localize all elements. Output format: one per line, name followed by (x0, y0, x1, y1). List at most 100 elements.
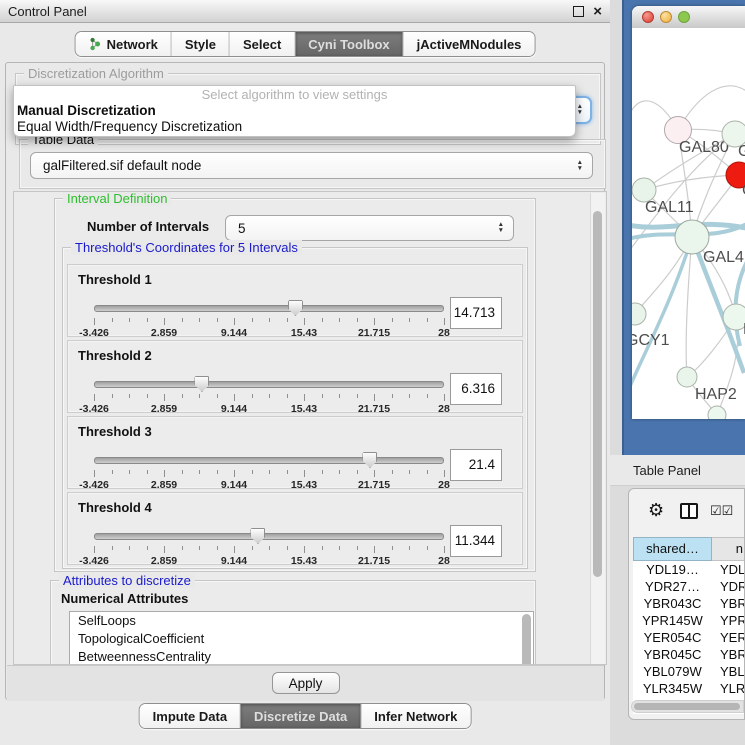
tab-infer-network[interactable]: Infer Network (361, 704, 470, 728)
numerical-attributes-label: Numerical Attributes (61, 591, 188, 606)
tick-label: 2.859 (151, 479, 177, 491)
tab-impute-data[interactable]: Impute Data (140, 704, 241, 728)
slider-track[interactable] (94, 533, 444, 540)
slider-tick-labels: -3.4262.8599.14415.4321.71528 (94, 479, 444, 491)
scrollbar-thumb[interactable] (593, 211, 602, 577)
table-row[interactable]: YER054CYER0 (633, 629, 745, 646)
float-window-icon[interactable] (573, 6, 584, 17)
network-node[interactable] (708, 406, 726, 419)
slider-thumb[interactable] (250, 528, 265, 544)
split-columns-icon[interactable] (680, 503, 698, 519)
dropdown-option-manual[interactable]: Manual Discretization (14, 103, 575, 119)
group-title: Discretization Algorithm (24, 66, 168, 81)
table-rows: YDL19…YDL1YDR27…YDR2YBR043CYBR0YPR145WYP… (633, 561, 745, 714)
threshold-block: Threshold 1 -3.4262.8599.14415.4321.71528… (67, 264, 523, 337)
network-node[interactable] (677, 367, 697, 387)
scrollbar-thumb[interactable] (634, 703, 740, 710)
network-window-titlebar[interactable] (632, 6, 745, 29)
table-row[interactable]: YLR345WYLR3 (633, 680, 745, 697)
threshold-slider[interactable]: -3.4262.8599.14415.4321.71528 (94, 451, 444, 487)
table-data-combobox[interactable]: galFiltered.sif default node ▲▼ (30, 152, 593, 179)
close-icon[interactable]: × (593, 4, 602, 19)
threshold-block: Threshold 4 -3.4262.8599.14415.4321.71528… (67, 492, 523, 565)
slider-thumb[interactable] (194, 376, 209, 392)
tab-style[interactable]: Style (172, 32, 230, 56)
column-header-name[interactable]: n (712, 537, 745, 561)
dropdown-option-equal-width[interactable]: Equal Width/Frequency Discretization (14, 119, 575, 135)
algorithm-dropdown-popup: Select algorithm to view settings Manual… (13, 85, 576, 137)
slider-tick-labels: -3.4262.8599.14415.4321.71528 (94, 327, 444, 339)
top-tab-bar: Network Style Select Cyni Toolbox jActiv… (75, 31, 536, 57)
threshold-block: Threshold 3-3.4262.8599.14415.4321.71528… (67, 416, 523, 489)
tab-discretize-data[interactable]: Discretize Data (241, 704, 361, 728)
threshold-label: Threshold 1 (78, 272, 152, 287)
horizontal-scrollbar[interactable] (631, 700, 744, 713)
table-row[interactable]: YDL19…YDL1 (633, 561, 745, 578)
network-node[interactable] (723, 304, 745, 330)
close-traffic-light-icon[interactable] (642, 11, 654, 23)
tick-label: 2.859 (151, 555, 177, 567)
apply-strip: Apply (7, 665, 604, 701)
group-title: Threshold's Coordinates for 5 Intervals (71, 240, 302, 255)
threshold-slider[interactable]: -3.4262.8599.14415.4321.71528 (94, 375, 444, 411)
tick-label: 21.715 (358, 479, 390, 491)
table-header-row: shared… n (633, 537, 745, 561)
network-node[interactable] (632, 303, 646, 325)
number-of-intervals-spinner[interactable]: 5 ▲▼ (225, 215, 514, 241)
checkbox-icons[interactable]: ☑☑ (710, 503, 733, 519)
tab-jactivemnodules[interactable]: jActiveMNodules (404, 32, 535, 56)
minimize-traffic-light-icon[interactable] (660, 11, 672, 23)
slider-tick-labels: -3.4262.8599.14415.4321.71528 (94, 555, 444, 567)
attribute-item[interactable]: SelfLoops (70, 612, 533, 630)
table-row[interactable]: YDR27…YDR2 (633, 578, 745, 595)
network-node-label: GAL11 (645, 199, 694, 216)
slider-track[interactable] (94, 457, 444, 464)
list-scrollbar-thumb[interactable] (522, 614, 531, 665)
slider-ticks (94, 470, 444, 478)
network-node-label: GCY1 (632, 332, 670, 349)
threshold-value-field[interactable]: 14.713 (450, 297, 502, 329)
threshold-value-field[interactable]: 6.316 (450, 373, 502, 405)
attribute-item[interactable]: BetweennessCentrality (70, 648, 533, 665)
slider-thumb[interactable] (362, 452, 377, 468)
tick-label: 9.144 (221, 555, 247, 567)
tick-label: 2.859 (151, 403, 177, 415)
apply-button[interactable]: Apply (272, 672, 340, 694)
tab-network-label: Network (107, 37, 158, 52)
tick-label: 2.859 (151, 327, 177, 339)
attribute-item[interactable]: TopologicalCoefficient (70, 630, 533, 648)
tab-network[interactable]: Network (76, 32, 172, 56)
threshold-value-field[interactable]: 21.4 (450, 449, 502, 481)
table-panel-body: ⚙ ☑☑ shared… n YDL19…YDL1YDR27…YDR2YBR04… (628, 488, 745, 720)
table-row[interactable]: YPR145WYPR1 (633, 612, 745, 629)
threshold-slider[interactable]: -3.4262.8599.14415.4321.71528 (94, 527, 444, 563)
gear-icon[interactable]: ⚙ (648, 501, 664, 519)
node-table: shared… n YDL19…YDL1YDR27…YDR2YBR043CYBR… (633, 537, 745, 714)
spinner-arrows-icon: ▲▼ (577, 160, 583, 172)
slider-track[interactable] (94, 381, 444, 388)
zoom-traffic-light-icon[interactable] (678, 11, 690, 23)
column-header-shared-name[interactable]: shared… (633, 537, 712, 561)
cyni-toolbox-panel: Discretization Algorithm ▲▼ Select algor… (5, 62, 605, 700)
numerical-attributes-list[interactable]: SelfLoopsTopologicalCoefficientBetweenne… (69, 611, 534, 665)
tab-select[interactable]: Select (230, 32, 295, 56)
table-row[interactable]: YBL079WYBL0 (633, 663, 745, 680)
tick-label: -3.426 (79, 403, 109, 415)
threshold-slider[interactable]: -3.4262.8599.14415.4321.71528 (94, 299, 444, 335)
bottom-tab-bar: Impute Data Discretize Data Infer Networ… (139, 703, 472, 729)
network-canvas[interactable]: GAL80GCGAL11GAL4GCY1HHAP2 (632, 28, 745, 419)
tab-cyni-toolbox[interactable]: Cyni Toolbox (295, 32, 403, 56)
table-row[interactable]: YBR045CYBR0 (633, 646, 745, 663)
threshold-value-field[interactable]: 11.344 (450, 525, 502, 557)
threshold-label: Threshold 4 (78, 500, 152, 515)
threshold-list: Threshold 1 -3.4262.8599.14415.4321.71528… (67, 264, 523, 568)
vertical-scrollbar[interactable] (590, 193, 605, 664)
tick-label: 15.43 (291, 403, 317, 415)
tick-label: 21.715 (358, 327, 390, 339)
table-row[interactable]: YBR043CYBR0 (633, 595, 745, 612)
number-of-intervals-row: Number of Intervals 5 ▲▼ (55, 213, 535, 241)
slider-track[interactable] (94, 305, 444, 312)
slider-thumb[interactable] (288, 300, 303, 316)
network-node-label: G (738, 143, 745, 160)
thresholds-group: Threshold's Coordinates for 5 Intervals … (62, 247, 528, 569)
